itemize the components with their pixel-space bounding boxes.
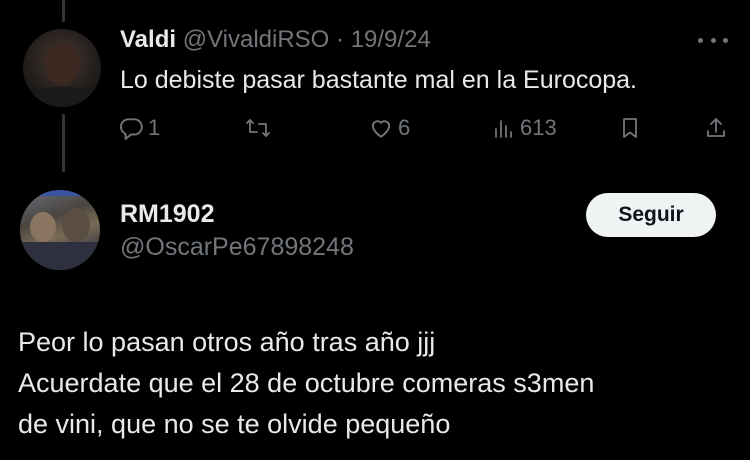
reply-avatar[interactable] bbox=[23, 29, 101, 107]
like-button[interactable]: 6 bbox=[368, 115, 410, 141]
bookmark-button[interactable] bbox=[618, 115, 642, 141]
reply-author-handle[interactable]: @VivaldiRSO bbox=[183, 26, 330, 53]
reply-text: Lo debiste pasar bastante mal en la Euro… bbox=[120, 66, 638, 94]
reply-date[interactable]: 19/9/24 bbox=[351, 26, 431, 53]
share-button[interactable] bbox=[704, 115, 728, 141]
reply-icon bbox=[120, 118, 143, 140]
reply-actions: 1 6 613 bbox=[0, 115, 750, 145]
author-avatar[interactable] bbox=[20, 190, 100, 270]
views-icon bbox=[495, 120, 512, 138]
thread-line-top bbox=[62, 0, 65, 22]
like-count: 6 bbox=[398, 115, 411, 140]
reply-separator: · bbox=[336, 26, 345, 53]
retweet-button[interactable] bbox=[244, 115, 276, 141]
retweet-icon bbox=[246, 119, 270, 137]
author-handle[interactable]: @OscarPe67898248 bbox=[120, 233, 354, 262]
tweet-text-line: Acuerdate que el 28 de octubre comeras s… bbox=[18, 368, 595, 398]
reply-header: Valdi @VivaldiRSO · 19/9/24 bbox=[120, 26, 431, 54]
heart-icon bbox=[371, 120, 391, 138]
tweet-text-line: de vini, que no se te olvide pequeño bbox=[18, 409, 451, 439]
tweet-text: Peor lo pasan otros año tras año jjj Acu… bbox=[18, 322, 594, 445]
reply-author-name[interactable]: Valdi bbox=[120, 26, 176, 53]
reply-button[interactable]: 1 bbox=[118, 115, 160, 141]
tweet-text-line: Peor lo pasan otros año tras año jjj bbox=[18, 327, 436, 357]
bookmark-icon bbox=[623, 118, 637, 138]
share-icon bbox=[707, 118, 725, 137]
reply-count: 1 bbox=[148, 115, 161, 140]
author-name[interactable]: RM1902 bbox=[120, 200, 215, 229]
follow-button[interactable]: Seguir bbox=[586, 193, 716, 237]
views-button[interactable]: 613 bbox=[492, 115, 557, 141]
views-count: 613 bbox=[520, 115, 557, 140]
more-icon[interactable] bbox=[698, 30, 728, 50]
